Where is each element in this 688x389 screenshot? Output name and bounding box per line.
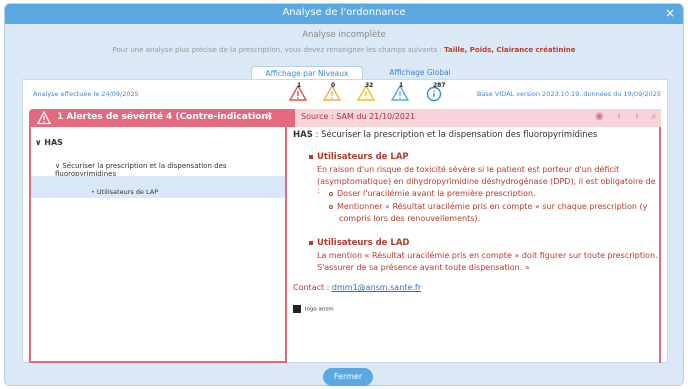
notice-text: Pour une analyse plus précise de la pres… bbox=[112, 46, 442, 54]
lap-sub-2: Mentionner « Résultat uracilémie pris en… bbox=[329, 202, 647, 211]
logo-text: logo ansm bbox=[305, 306, 334, 313]
missing-fields: Taille, Poids, Clairance créatinine bbox=[444, 46, 576, 54]
analysis-panel: Analyse effectuée le 24/09/2025 Base VID… bbox=[22, 79, 668, 363]
previous-icon[interactable]: ‹ bbox=[617, 111, 621, 122]
lap-sub-2a-text: Mentionner « Résultat uracilémie pris en… bbox=[337, 202, 648, 211]
severity-1-count: 1 bbox=[399, 82, 404, 89]
alert-header: 1 Alertes de sévérité 4 (Contre-indicati… bbox=[29, 109, 661, 127]
source-bar: Source : SAM du 21/10/2021 ◉ ‹ › ⌕ bbox=[295, 109, 661, 127]
chevron-down-icon: ∨ bbox=[35, 138, 42, 147]
lap-sub-1-text: Doser l'uracilémie avant la première pre… bbox=[337, 189, 536, 198]
tree-item-lap[interactable]: • Utilisateurs de LAP bbox=[91, 188, 158, 196]
lap-sub-2b: compris lors des renouvellements). bbox=[339, 214, 481, 223]
detail-heading-label: HAS bbox=[293, 130, 313, 140]
severity-3-icon[interactable]: 0 bbox=[322, 82, 342, 102]
title-bar: Analyse de l'ordonnance × bbox=[5, 4, 683, 24]
bullet-icon bbox=[309, 154, 313, 159]
info-icon[interactable]: 287 bbox=[425, 82, 446, 102]
lad-text-2: S'assurer de sa présence avant toute dis… bbox=[317, 263, 530, 272]
info-count: 287 bbox=[433, 82, 446, 89]
detail-heading: HAS : Sécuriser la prescription et la di… bbox=[293, 130, 597, 140]
lap-text-1: En raison d'un risque de toxicité sévère… bbox=[317, 165, 620, 174]
analysis-status: Analyse incomplète bbox=[302, 30, 386, 40]
lad-title-text: Utilisateurs de LAD bbox=[317, 238, 410, 248]
lap-title: Utilisateurs de LAP bbox=[309, 152, 409, 162]
next-icon[interactable]: › bbox=[635, 111, 639, 122]
severity-4-count: 1 bbox=[297, 82, 302, 89]
close-icon[interactable]: × bbox=[665, 6, 675, 20]
contact-email-link[interactable]: dmm1@ansm.sante.fr bbox=[332, 283, 421, 292]
alert-tree: ∨ HAS ∨ Sécuriser la prescription et la … bbox=[29, 127, 287, 363]
ansm-logo-icon bbox=[293, 305, 301, 313]
chevron-down-icon: ∨ bbox=[55, 162, 61, 170]
lad-text-1: La mention « Résultat uracilémie pris en… bbox=[317, 251, 658, 260]
severity-2-count: 32 bbox=[365, 82, 374, 89]
analysis-date: Analyse effectuée le 24/09/2025 bbox=[33, 90, 139, 98]
contact: Contact : dmm1@ansm.sante.fr bbox=[293, 283, 421, 292]
severity-3-count: 0 bbox=[331, 82, 336, 89]
vidal-base-version: Base VIDAL version 2023.10.19, données d… bbox=[476, 90, 661, 98]
missing-fields-notice: Pour une analyse plus précise de la pres… bbox=[5, 46, 683, 54]
lap-sub-1: Doser l'uracilémie avant la première pre… bbox=[329, 189, 536, 198]
warning-icon bbox=[37, 111, 51, 125]
bullet-icon bbox=[329, 204, 333, 209]
tab-affichage-par-niveaux[interactable]: Affichage par Niveaux bbox=[251, 66, 363, 80]
bullet-icon: • bbox=[91, 188, 95, 196]
tree-item-label: Utilisateurs de LAP bbox=[96, 188, 159, 196]
alert-title: 1 Alertes de sévérité 4 (Contre-indicati… bbox=[57, 112, 272, 122]
close-button[interactable]: Fermer bbox=[323, 368, 373, 386]
severity-2-icon[interactable]: 32 bbox=[356, 82, 376, 102]
alert-detail: HAS : Sécuriser la prescription et la di… bbox=[289, 127, 661, 363]
tree-root[interactable]: ∨ HAS bbox=[35, 138, 63, 147]
severity-4-icon[interactable]: 1 bbox=[288, 82, 308, 102]
eye-icon[interactable]: ◉ bbox=[595, 111, 604, 122]
contact-label: Contact : bbox=[293, 283, 332, 292]
severity-1-icon[interactable]: 1 bbox=[390, 82, 410, 102]
tab-affichage-global[interactable]: Affichage Global bbox=[385, 66, 455, 80]
lap-title-text: Utilisateurs de LAP bbox=[317, 152, 409, 162]
source-label: Source : SAM du 21/10/2021 bbox=[301, 112, 416, 121]
dialog-title: Analyse de l'ordonnance bbox=[282, 7, 406, 18]
tree-root-label: HAS bbox=[44, 138, 63, 147]
bullet-icon bbox=[329, 191, 333, 196]
bullet-icon bbox=[309, 240, 313, 245]
alert-close-icon[interactable]: × bbox=[265, 111, 273, 122]
detail-heading-text: : Sécuriser la prescription et la dispen… bbox=[312, 130, 598, 140]
search-icon[interactable]: ⌕ bbox=[651, 111, 657, 122]
lad-title: Utilisateurs de LAD bbox=[309, 238, 409, 248]
analysis-dialog: Analyse de l'ordonnance × Analyse incomp… bbox=[4, 3, 684, 386]
ansm-logo: logo ansm bbox=[293, 305, 334, 313]
